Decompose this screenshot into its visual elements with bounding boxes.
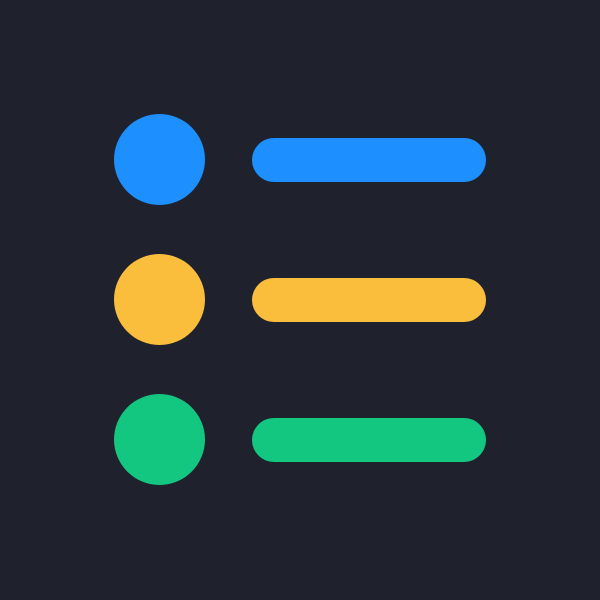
- list-item: [114, 394, 486, 486]
- line-bar-icon: [252, 418, 486, 462]
- list-icon: [0, 0, 600, 600]
- list-item: [114, 254, 486, 346]
- bullet-dot-icon: [114, 254, 205, 345]
- line-bar-icon: [252, 138, 486, 182]
- bullet-dot-icon: [114, 114, 205, 205]
- line-bar-icon: [252, 278, 486, 322]
- bullet-dot-icon: [114, 394, 205, 485]
- list-item: [114, 114, 486, 206]
